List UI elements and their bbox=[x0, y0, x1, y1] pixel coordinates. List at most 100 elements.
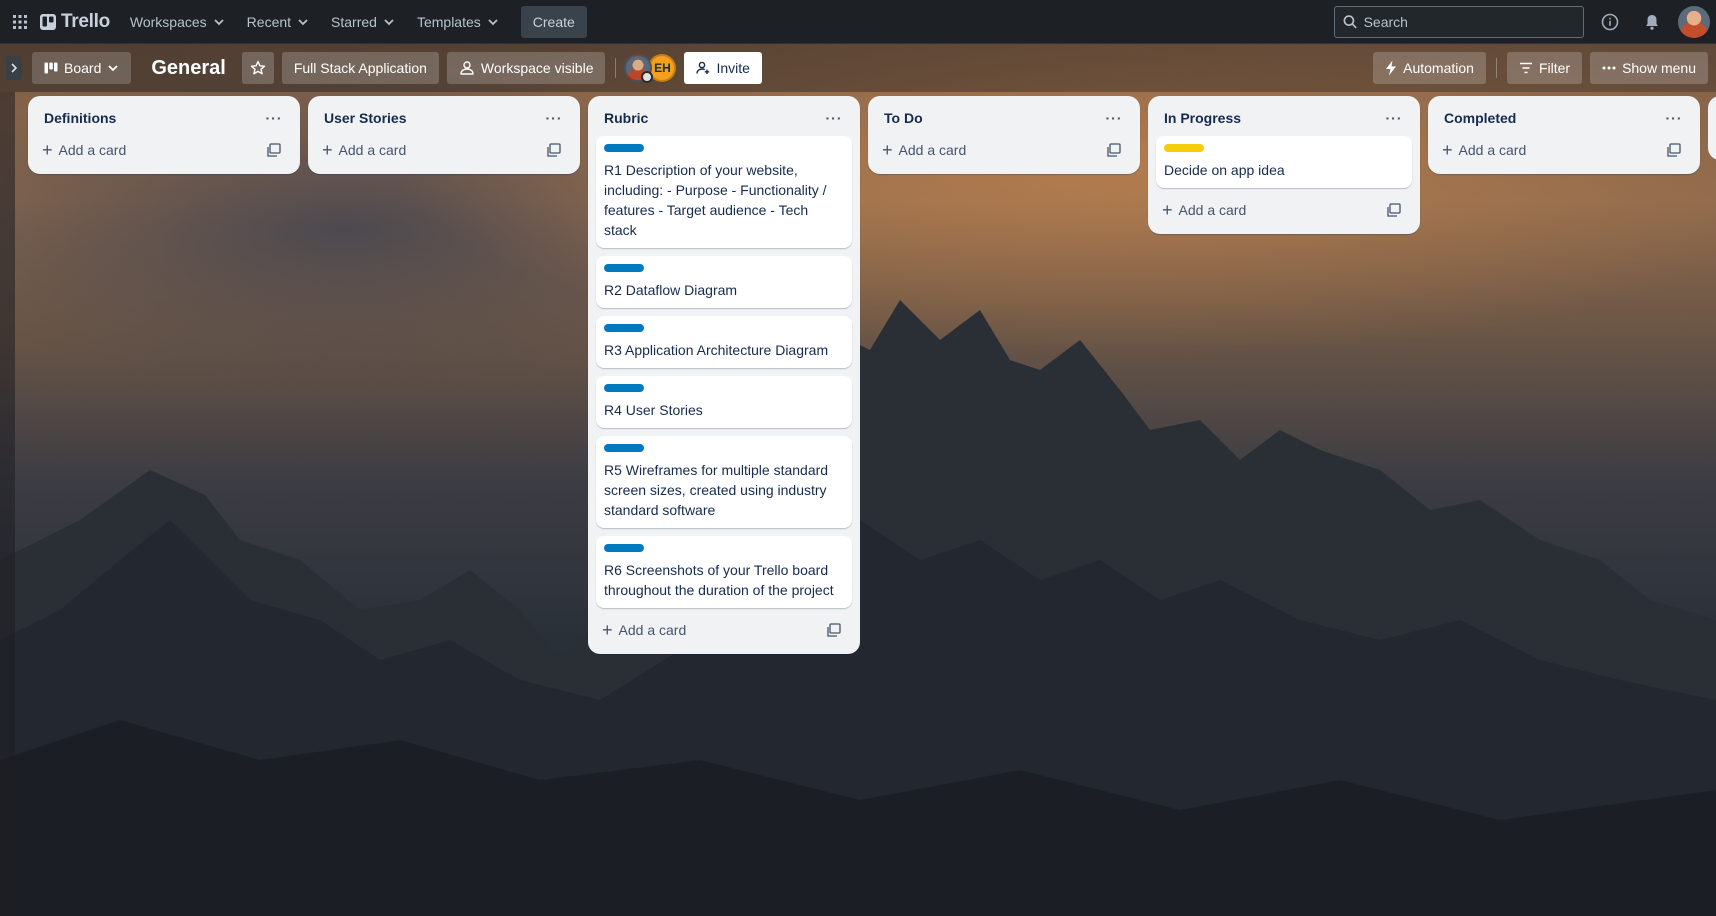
board-view-switcher[interactable]: Board bbox=[32, 52, 132, 84]
add-card-label: Add a card bbox=[338, 142, 407, 158]
search-input[interactable] bbox=[1363, 13, 1575, 30]
list-to-do: To Do ··· + Add a card bbox=[868, 96, 1140, 174]
grid-icon[interactable] bbox=[4, 6, 36, 38]
card-label[interactable] bbox=[1164, 144, 1204, 152]
ellipsis-icon[interactable]: ··· bbox=[1662, 106, 1686, 130]
add-card-button[interactable]: + Add a card bbox=[602, 621, 822, 639]
star-icon bbox=[250, 60, 266, 75]
recent-label: Recent bbox=[246, 13, 292, 30]
visibility-button[interactable]: Workspace visible bbox=[446, 52, 606, 84]
card[interactable]: R2 Dataflow Diagram bbox=[596, 256, 852, 308]
card[interactable]: R1 Description of your website, includin… bbox=[596, 136, 852, 248]
automation-button[interactable]: Automation bbox=[1373, 52, 1486, 84]
add-card-label: Add a card bbox=[1458, 142, 1527, 158]
card-title: R6 Screenshots of your Trello board thro… bbox=[604, 562, 834, 598]
plus-icon: + bbox=[42, 140, 53, 160]
chevron-down-icon bbox=[214, 18, 224, 25]
ellipsis-icon[interactable]: ··· bbox=[1382, 106, 1406, 130]
next-list-peek[interactable] bbox=[1708, 96, 1716, 160]
board-header: Board General Full Stack Application Wor… bbox=[0, 44, 1716, 92]
add-card-button[interactable]: + Add a card bbox=[1442, 141, 1662, 159]
plus-icon: + bbox=[602, 620, 613, 640]
create-button[interactable]: Create bbox=[520, 5, 587, 38]
divider bbox=[615, 58, 617, 78]
card-label[interactable] bbox=[604, 144, 644, 152]
add-card-button[interactable]: + Add a card bbox=[882, 141, 1102, 159]
member-avatar[interactable] bbox=[624, 54, 654, 83]
invite-button[interactable]: Invite bbox=[684, 52, 762, 84]
card-label[interactable] bbox=[604, 264, 644, 272]
filter-button[interactable]: Filter bbox=[1506, 52, 1583, 84]
card[interactable]: Decide on app idea bbox=[1156, 136, 1412, 188]
user-avatar[interactable] bbox=[1678, 5, 1710, 38]
board-title[interactable]: General bbox=[145, 57, 231, 80]
templates-label: Templates bbox=[416, 13, 481, 30]
top-navigation: Trello Workspaces Recent Starred Templat… bbox=[0, 0, 1716, 44]
list-title[interactable]: In Progress bbox=[1164, 110, 1382, 126]
template-icon[interactable] bbox=[262, 138, 286, 162]
list-title[interactable]: To Do bbox=[884, 110, 1102, 126]
show-menu-button[interactable]: Show menu bbox=[1590, 52, 1708, 84]
list-title[interactable]: User Stories bbox=[324, 110, 542, 126]
add-card-button[interactable]: + Add a card bbox=[42, 141, 262, 159]
bell-icon[interactable] bbox=[1636, 6, 1668, 38]
workspaces-menu[interactable]: Workspaces bbox=[120, 6, 235, 38]
chevron-right-icon bbox=[11, 63, 18, 73]
search-box[interactable] bbox=[1334, 5, 1584, 38]
chevron-down-icon bbox=[384, 18, 394, 25]
card-title: Decide on app idea bbox=[1164, 162, 1285, 178]
plus-icon: + bbox=[882, 140, 893, 160]
templates-menu[interactable]: Templates bbox=[407, 6, 509, 38]
ellipsis-icon[interactable]: ··· bbox=[822, 106, 846, 130]
add-card-button[interactable]: + Add a card bbox=[322, 141, 542, 159]
template-icon[interactable] bbox=[822, 618, 846, 642]
card-list: R1 Description of your website, includin… bbox=[596, 136, 852, 608]
trello-logo-icon bbox=[40, 13, 56, 30]
add-card-row: + Add a card bbox=[596, 614, 852, 646]
automation-label: Automation bbox=[1403, 60, 1474, 76]
workspaces-label: Workspaces bbox=[129, 13, 207, 30]
ellipsis-icon bbox=[1602, 66, 1616, 70]
add-card-label: Add a card bbox=[1178, 202, 1247, 218]
card-label[interactable] bbox=[604, 384, 644, 392]
nav-left: Trello Workspaces Recent Starred Templat… bbox=[0, 0, 587, 43]
template-icon[interactable] bbox=[1102, 138, 1126, 162]
ellipsis-icon[interactable]: ··· bbox=[542, 106, 566, 130]
ellipsis-icon[interactable]: ··· bbox=[262, 106, 286, 130]
template-icon[interactable] bbox=[1662, 138, 1686, 162]
card-label[interactable] bbox=[604, 444, 644, 452]
list-title[interactable]: Rubric bbox=[604, 110, 822, 126]
starred-menu[interactable]: Starred bbox=[321, 6, 405, 38]
card[interactable]: R6 Screenshots of your Trello board thro… bbox=[596, 536, 852, 608]
card-label[interactable] bbox=[604, 544, 644, 552]
add-card-label: Add a card bbox=[618, 622, 687, 638]
card-title: R5 Wireframes for multiple standard scre… bbox=[604, 462, 829, 518]
template-icon[interactable] bbox=[542, 138, 566, 162]
info-icon[interactable] bbox=[1594, 6, 1626, 38]
board-icon bbox=[44, 62, 58, 74]
list-title[interactable]: Definitions bbox=[44, 110, 262, 126]
card-title: R3 Application Architecture Diagram bbox=[604, 342, 829, 358]
list-title[interactable]: Completed bbox=[1444, 110, 1662, 126]
card-title: R4 User Stories bbox=[604, 402, 703, 418]
plus-icon: + bbox=[1162, 200, 1173, 220]
add-card-row: + Add a card bbox=[876, 134, 1132, 166]
add-card-button[interactable]: + Add a card bbox=[1162, 201, 1382, 219]
card-label[interactable] bbox=[604, 324, 644, 332]
template-icon[interactable] bbox=[1382, 198, 1406, 222]
sidebar-expand-button[interactable] bbox=[6, 56, 22, 80]
add-person-icon bbox=[696, 61, 710, 74]
star-button[interactable] bbox=[241, 52, 274, 84]
board-members: EH bbox=[624, 54, 677, 83]
list-completed: Completed ··· + Add a card bbox=[1428, 96, 1700, 174]
trello-logo[interactable]: Trello bbox=[40, 11, 110, 33]
card[interactable]: R3 Application Architecture Diagram bbox=[596, 316, 852, 368]
ellipsis-icon[interactable]: ··· bbox=[1102, 106, 1126, 130]
card[interactable]: R5 Wireframes for multiple standard scre… bbox=[596, 436, 852, 528]
workspace-button[interactable]: Full Stack Application bbox=[281, 52, 439, 84]
list-header: To Do ··· bbox=[876, 104, 1132, 132]
recent-menu[interactable]: Recent bbox=[237, 6, 319, 38]
card[interactable]: R4 User Stories bbox=[596, 376, 852, 428]
list-header: Completed ··· bbox=[1436, 104, 1692, 132]
filter-icon bbox=[1519, 62, 1532, 74]
